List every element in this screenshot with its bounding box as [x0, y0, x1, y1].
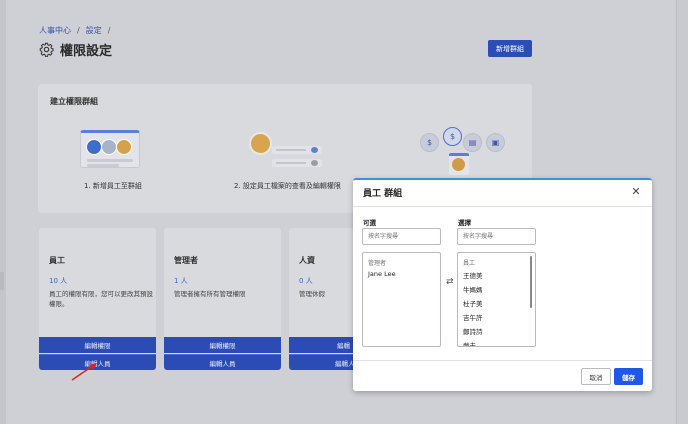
avatar [86, 139, 102, 155]
edit-permissions-button[interactable]: 編輯權限 [164, 337, 281, 353]
edit-members-button[interactable]: 編輯人員 [164, 354, 281, 370]
right-scroll-gutter [676, 0, 688, 424]
role-card-manager: 管理者 1 人 管理者擁有所有管理權限 編輯權限 編輯人員 [164, 228, 281, 370]
list-item[interactable]: 杜子美 [463, 298, 483, 308]
close-icon[interactable]: ✕ [630, 186, 642, 198]
eye-icon [311, 147, 318, 153]
briefcase-icon: ▣ [486, 133, 505, 152]
group-header: 管理者 [368, 260, 387, 267]
selected-list[interactable]: 員工 王德美 牛媽媽 杜子美 吉午許 鄭詩詩 戴夫 [457, 252, 536, 347]
selected-search-input[interactable] [457, 228, 536, 245]
list-item[interactable]: 吉午許 [463, 312, 483, 322]
placeholder-bar [87, 164, 119, 167]
placeholder-bar [87, 159, 133, 162]
selected-label: 選擇 [458, 219, 471, 227]
employee-group-modal: 員工 群組 ✕ 可選 選擇 管理者 Jane Lee ⇄ 員工 王德美 牛媽媽 … [353, 178, 652, 391]
page-title: 權限設定 [39, 40, 113, 59]
breadcrumb: 人事中心 / 設定 / [39, 25, 116, 36]
list-item[interactable]: 牛媽媽 [463, 284, 483, 294]
edit-permissions-button[interactable]: 編輯權限 [39, 337, 156, 353]
group-header: 員工 [463, 260, 476, 267]
role-member-count[interactable]: 10 人 [49, 276, 67, 286]
page-title-text: 權限設定 [60, 43, 113, 59]
avatar [116, 139, 132, 155]
breadcrumb-settings[interactable]: 設定 [86, 26, 102, 35]
role-name: 管理者 [174, 256, 198, 265]
add-employee-illustration [80, 130, 140, 168]
create-group-title: 建立權限群組 [50, 97, 98, 106]
role-name: 人資 [299, 256, 315, 265]
breadcrumb-root[interactable]: 人事中心 [39, 26, 71, 35]
left-notch [0, 272, 4, 290]
eye-icon [311, 160, 318, 166]
gear-icon [39, 42, 54, 57]
visibility-row [272, 159, 322, 167]
invoice-icon: $ [443, 127, 462, 146]
available-search-input[interactable] [362, 228, 441, 245]
cancel-button[interactable]: 取消 [581, 368, 611, 385]
modal-title: 員工 群組 [363, 189, 403, 199]
breadcrumb-separator: / [107, 26, 111, 35]
available-label: 可選 [363, 219, 376, 227]
role-name: 員工 [49, 256, 65, 265]
role-member-count[interactable]: 0 人 [299, 276, 313, 286]
role-description: 員工的權限有限，您可以更改其預設權限。 [49, 290, 153, 308]
list-scrollbar[interactable] [530, 256, 532, 308]
list-item[interactable]: 王德美 [463, 270, 483, 280]
role-member-count[interactable]: 1 人 [174, 276, 188, 286]
profile-card [449, 153, 469, 175]
role-card-employee: 員工 10 人 員工的權限有限，您可以更改其預設權限。 編輯權限 編輯人員 [39, 228, 156, 370]
list-item[interactable]: 鄭詩詩 [463, 326, 483, 336]
modal-header-divider [353, 206, 652, 207]
list-item[interactable]: Jane Lee [368, 270, 396, 278]
avatar [249, 132, 272, 155]
list-item[interactable]: 戴夫 [463, 340, 476, 346]
save-button[interactable]: 儲存 [614, 368, 643, 385]
step-2-label: 2. 設定員工檔案的查看及編輯權限 [234, 182, 341, 190]
dollar-icon: $ [420, 133, 439, 152]
document-icon: ▤ [463, 133, 482, 152]
modal-footer-divider [353, 360, 652, 361]
role-description: 管理者擁有所有管理權限 [174, 290, 246, 298]
avatar [101, 139, 117, 155]
red-arrow-annotation [71, 363, 97, 381]
breadcrumb-separator: / [77, 26, 80, 35]
left-edge [0, 0, 6, 424]
new-group-button[interactable]: 新增群組 [488, 40, 532, 57]
visibility-row [272, 146, 322, 154]
transfer-icon[interactable]: ⇄ [446, 277, 454, 287]
available-list[interactable]: 管理者 Jane Lee [362, 252, 441, 347]
step-1-label: 1. 新增員工至群組 [84, 182, 142, 190]
